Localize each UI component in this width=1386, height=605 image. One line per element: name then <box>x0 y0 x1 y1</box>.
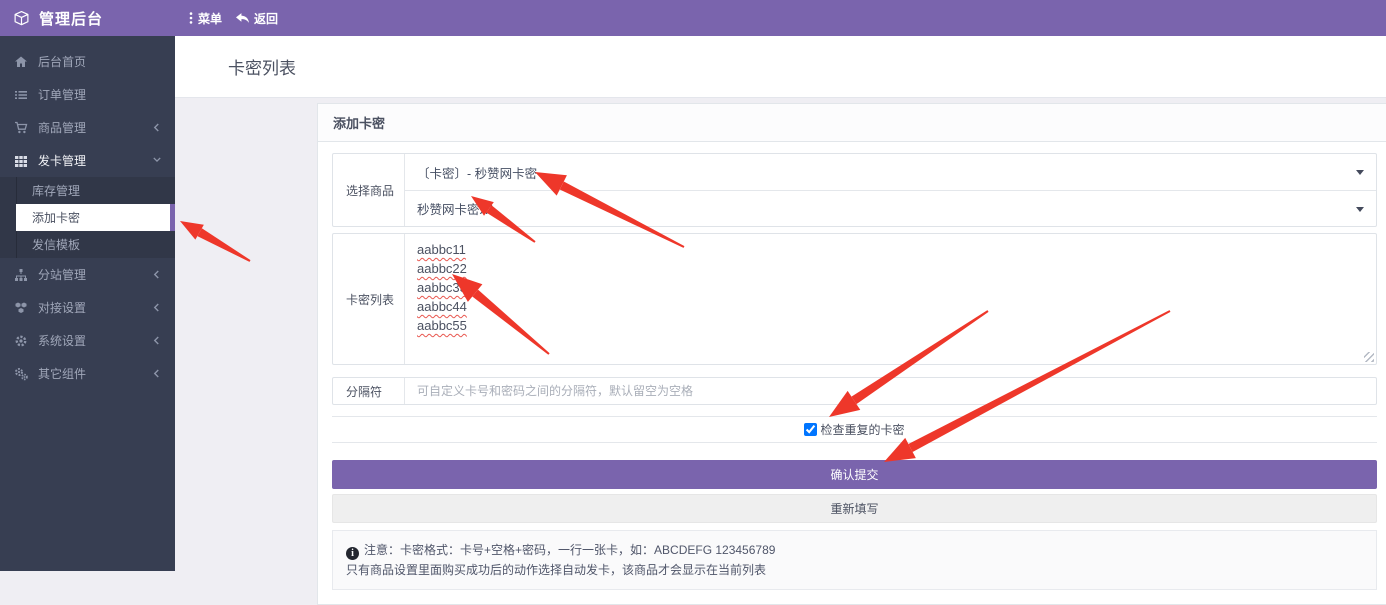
add-card-panel: 添加卡密 选择商品 〔卡密〕- 秒赞网卡密 秒赞网卡密X1 <box>317 103 1386 605</box>
gear-icon <box>14 334 28 348</box>
sidebar-subitem-label: 添加卡密 <box>32 209 80 226</box>
page-title-bar: 卡密列表 <box>175 36 1386 98</box>
select-caret-icon <box>1356 170 1364 175</box>
duplicate-checkbox-label: 检查重复的卡密 <box>820 421 904 438</box>
menu-button[interactable]: 菜单 <box>189 10 222 27</box>
card-list-textarea[interactable]: aabbc11aabbc22aabbc33aabbc44aabbc55 <box>405 234 1376 364</box>
product-select-row: 选择商品 〔卡密〕- 秒赞网卡密 秒赞网卡密X1 <box>332 153 1377 227</box>
card-list-label: 卡密列表 <box>333 234 405 364</box>
select-caret-icon <box>1356 207 1364 212</box>
back-button-label: 返回 <box>254 10 278 27</box>
sidebar-subitem-mail-template[interactable]: 发信模板 <box>16 231 175 258</box>
sidebar-item-system-settings[interactable]: 系统设置 <box>0 324 175 357</box>
card-list-row: 卡密列表 aabbc11aabbc22aabbc33aabbc44aabbc55 <box>332 233 1377 365</box>
gears-icon <box>14 367 28 381</box>
note-line-1: i注意：卡密格式：卡号+空格+密码，一行一张卡，如：ABCDEFG 123456… <box>346 540 1363 560</box>
cart-icon <box>14 121 28 135</box>
panel-body: 选择商品 〔卡密〕- 秒赞网卡密 秒赞网卡密X1 卡密列表 <box>318 142 1386 604</box>
page-title: 卡密列表 <box>228 54 296 79</box>
sidebar-subitem-add-card[interactable]: 添加卡密 <box>16 204 175 231</box>
brand-title: 管理后台 <box>39 8 103 29</box>
chevron-down-icon <box>153 156 161 166</box>
sidebar-item-card-dispense[interactable]: 发卡管理 <box>0 144 175 177</box>
card-code-line: aabbc11 <box>417 240 466 259</box>
duplicate-check-band: 检查重复的卡密 <box>332 416 1377 443</box>
sidebar-item-label: 后台首页 <box>38 53 161 70</box>
reply-arrow-icon <box>236 13 249 24</box>
chevron-left-icon <box>153 270 161 280</box>
card-code-line: aabbc55 <box>417 316 467 335</box>
product-select-label: 选择商品 <box>333 154 405 226</box>
chevron-left-icon <box>153 90 161 100</box>
sidebar-item-label: 商品管理 <box>38 119 153 136</box>
panel-title: 添加卡密 <box>333 113 385 132</box>
sidebar-item-label: 发卡管理 <box>38 152 153 169</box>
product-select-controls: 〔卡密〕- 秒赞网卡密 秒赞网卡密X1 <box>405 154 1376 226</box>
info-icon: i <box>346 547 359 560</box>
sidebar-item-products[interactable]: 商品管理 <box>0 111 175 144</box>
duplicate-checkbox[interactable] <box>804 423 817 436</box>
sidebar-item-label: 分站管理 <box>38 266 153 283</box>
card-code-line: aabbc22 <box>417 259 467 278</box>
sidebar-subitem-label: 发信模板 <box>32 236 80 253</box>
product-item-select[interactable]: 秒赞网卡密X1 <box>405 190 1376 226</box>
note-line-2: 只有商品设置里面购买成功后的动作选择自动发卡，该商品才会显示在当前列表 <box>346 560 1363 580</box>
sidebar-subitem-label: 库存管理 <box>32 182 80 199</box>
separator-input[interactable] <box>405 378 1376 404</box>
back-button[interactable]: 返回 <box>236 10 278 27</box>
cubes-icon <box>14 301 28 315</box>
sitemap-icon <box>14 268 28 282</box>
sidebar-item-other-components[interactable]: 其它组件 <box>0 357 175 390</box>
separator-row: 分隔符 <box>332 377 1377 405</box>
panel-header: 添加卡密 <box>318 104 1386 142</box>
content-area: 添加卡密 选择商品 〔卡密〕- 秒赞网卡密 秒赞网卡密X1 <box>175 98 1386 605</box>
card-code-line: aabbc44 <box>417 297 467 316</box>
menu-button-label: 菜单 <box>198 10 222 27</box>
duplicate-checkbox-label-wrap[interactable]: 检查重复的卡密 <box>804 421 904 438</box>
sidebar-item-substation[interactable]: 分站管理 <box>0 258 175 291</box>
sidebar-nav: 后台首页 订单管理 商品管理 发卡管理 库存管理 添加卡密 <box>0 36 175 571</box>
sidebar-item-home[interactable]: 后台首页 <box>0 45 175 78</box>
sidebar-item-label: 订单管理 <box>38 86 153 103</box>
separator-control <box>405 378 1376 404</box>
product-category-select[interactable]: 〔卡密〕- 秒赞网卡密 <box>405 154 1376 190</box>
cube-logo-icon <box>13 10 30 27</box>
chevron-left-icon <box>153 369 161 379</box>
product-category-value: 〔卡密〕- 秒赞网卡密 <box>417 163 537 182</box>
card-list-control: aabbc11aabbc22aabbc33aabbc44aabbc55 <box>405 234 1376 364</box>
card-code-line: aabbc33 <box>417 278 467 297</box>
chevron-left-icon <box>153 123 161 133</box>
chevron-left-icon <box>153 303 161 313</box>
sidebar-item-orders[interactable]: 订单管理 <box>0 78 175 111</box>
ellipsis-v-icon <box>189 12 193 24</box>
top-header: 管理后台 菜单 返回 <box>0 0 1386 36</box>
sidebar-item-label: 对接设置 <box>38 299 153 316</box>
sidebar-item-label: 系统设置 <box>38 332 153 349</box>
submit-button[interactable]: 确认提交 <box>332 460 1377 489</box>
list-icon <box>14 88 28 102</box>
sidebar-item-api-settings[interactable]: 对接设置 <box>0 291 175 324</box>
product-item-value: 秒赞网卡密X1 <box>417 199 495 218</box>
main-area: 卡密列表 添加卡密 选择商品 〔卡密〕- 秒赞网卡密 秒赞网卡密X1 <box>175 36 1386 571</box>
note-box: i注意：卡密格式：卡号+空格+密码，一行一张卡，如：ABCDEFG 123456… <box>332 530 1377 590</box>
resize-grip[interactable] <box>1364 352 1374 362</box>
grid-icon <box>14 154 28 168</box>
separator-label: 分隔符 <box>333 378 405 404</box>
sidebar-item-label: 其它组件 <box>38 365 153 382</box>
sidebar-subitem-stock[interactable]: 库存管理 <box>16 177 175 204</box>
chevron-left-icon <box>153 336 161 346</box>
reset-button[interactable]: 重新填写 <box>332 494 1377 523</box>
card-dispense-submenu: 库存管理 添加卡密 发信模板 <box>0 177 175 258</box>
home-icon <box>14 55 28 69</box>
brand[interactable]: 管理后台 <box>0 0 175 36</box>
